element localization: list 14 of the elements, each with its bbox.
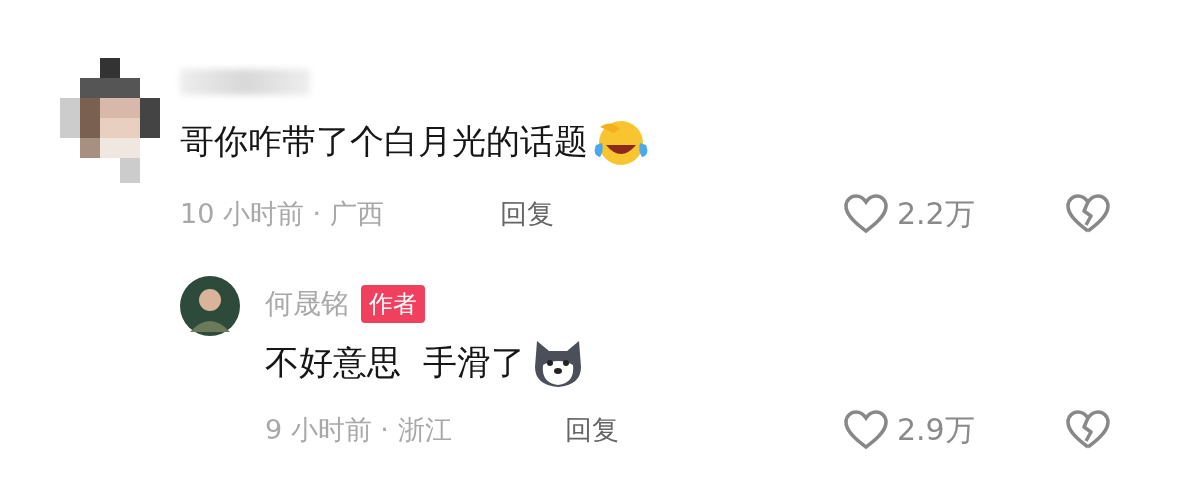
avatar[interactable] — [180, 276, 240, 336]
like-count: 2.2万 — [897, 194, 976, 233]
heart-icon[interactable] — [843, 193, 889, 235]
like-count: 2.9万 — [897, 410, 976, 449]
heart-icon[interactable] — [843, 409, 889, 451]
reply-link[interactable]: 回复 — [565, 412, 619, 448]
comment-text: 哥你咋带了个白月光的话题 — [180, 120, 588, 163]
author-badge: 作者 — [361, 285, 425, 323]
comment-time: 9 小时前 · 浙江 — [265, 413, 453, 447]
comment-text: 不好意思 手滑了 — [265, 341, 525, 384]
broken-heart-icon[interactable] — [1065, 193, 1111, 235]
reply-link[interactable]: 回复 — [500, 196, 554, 232]
broken-heart-icon[interactable] — [1065, 409, 1111, 451]
comment-time: 10 小时前 · 广西 — [180, 197, 385, 231]
